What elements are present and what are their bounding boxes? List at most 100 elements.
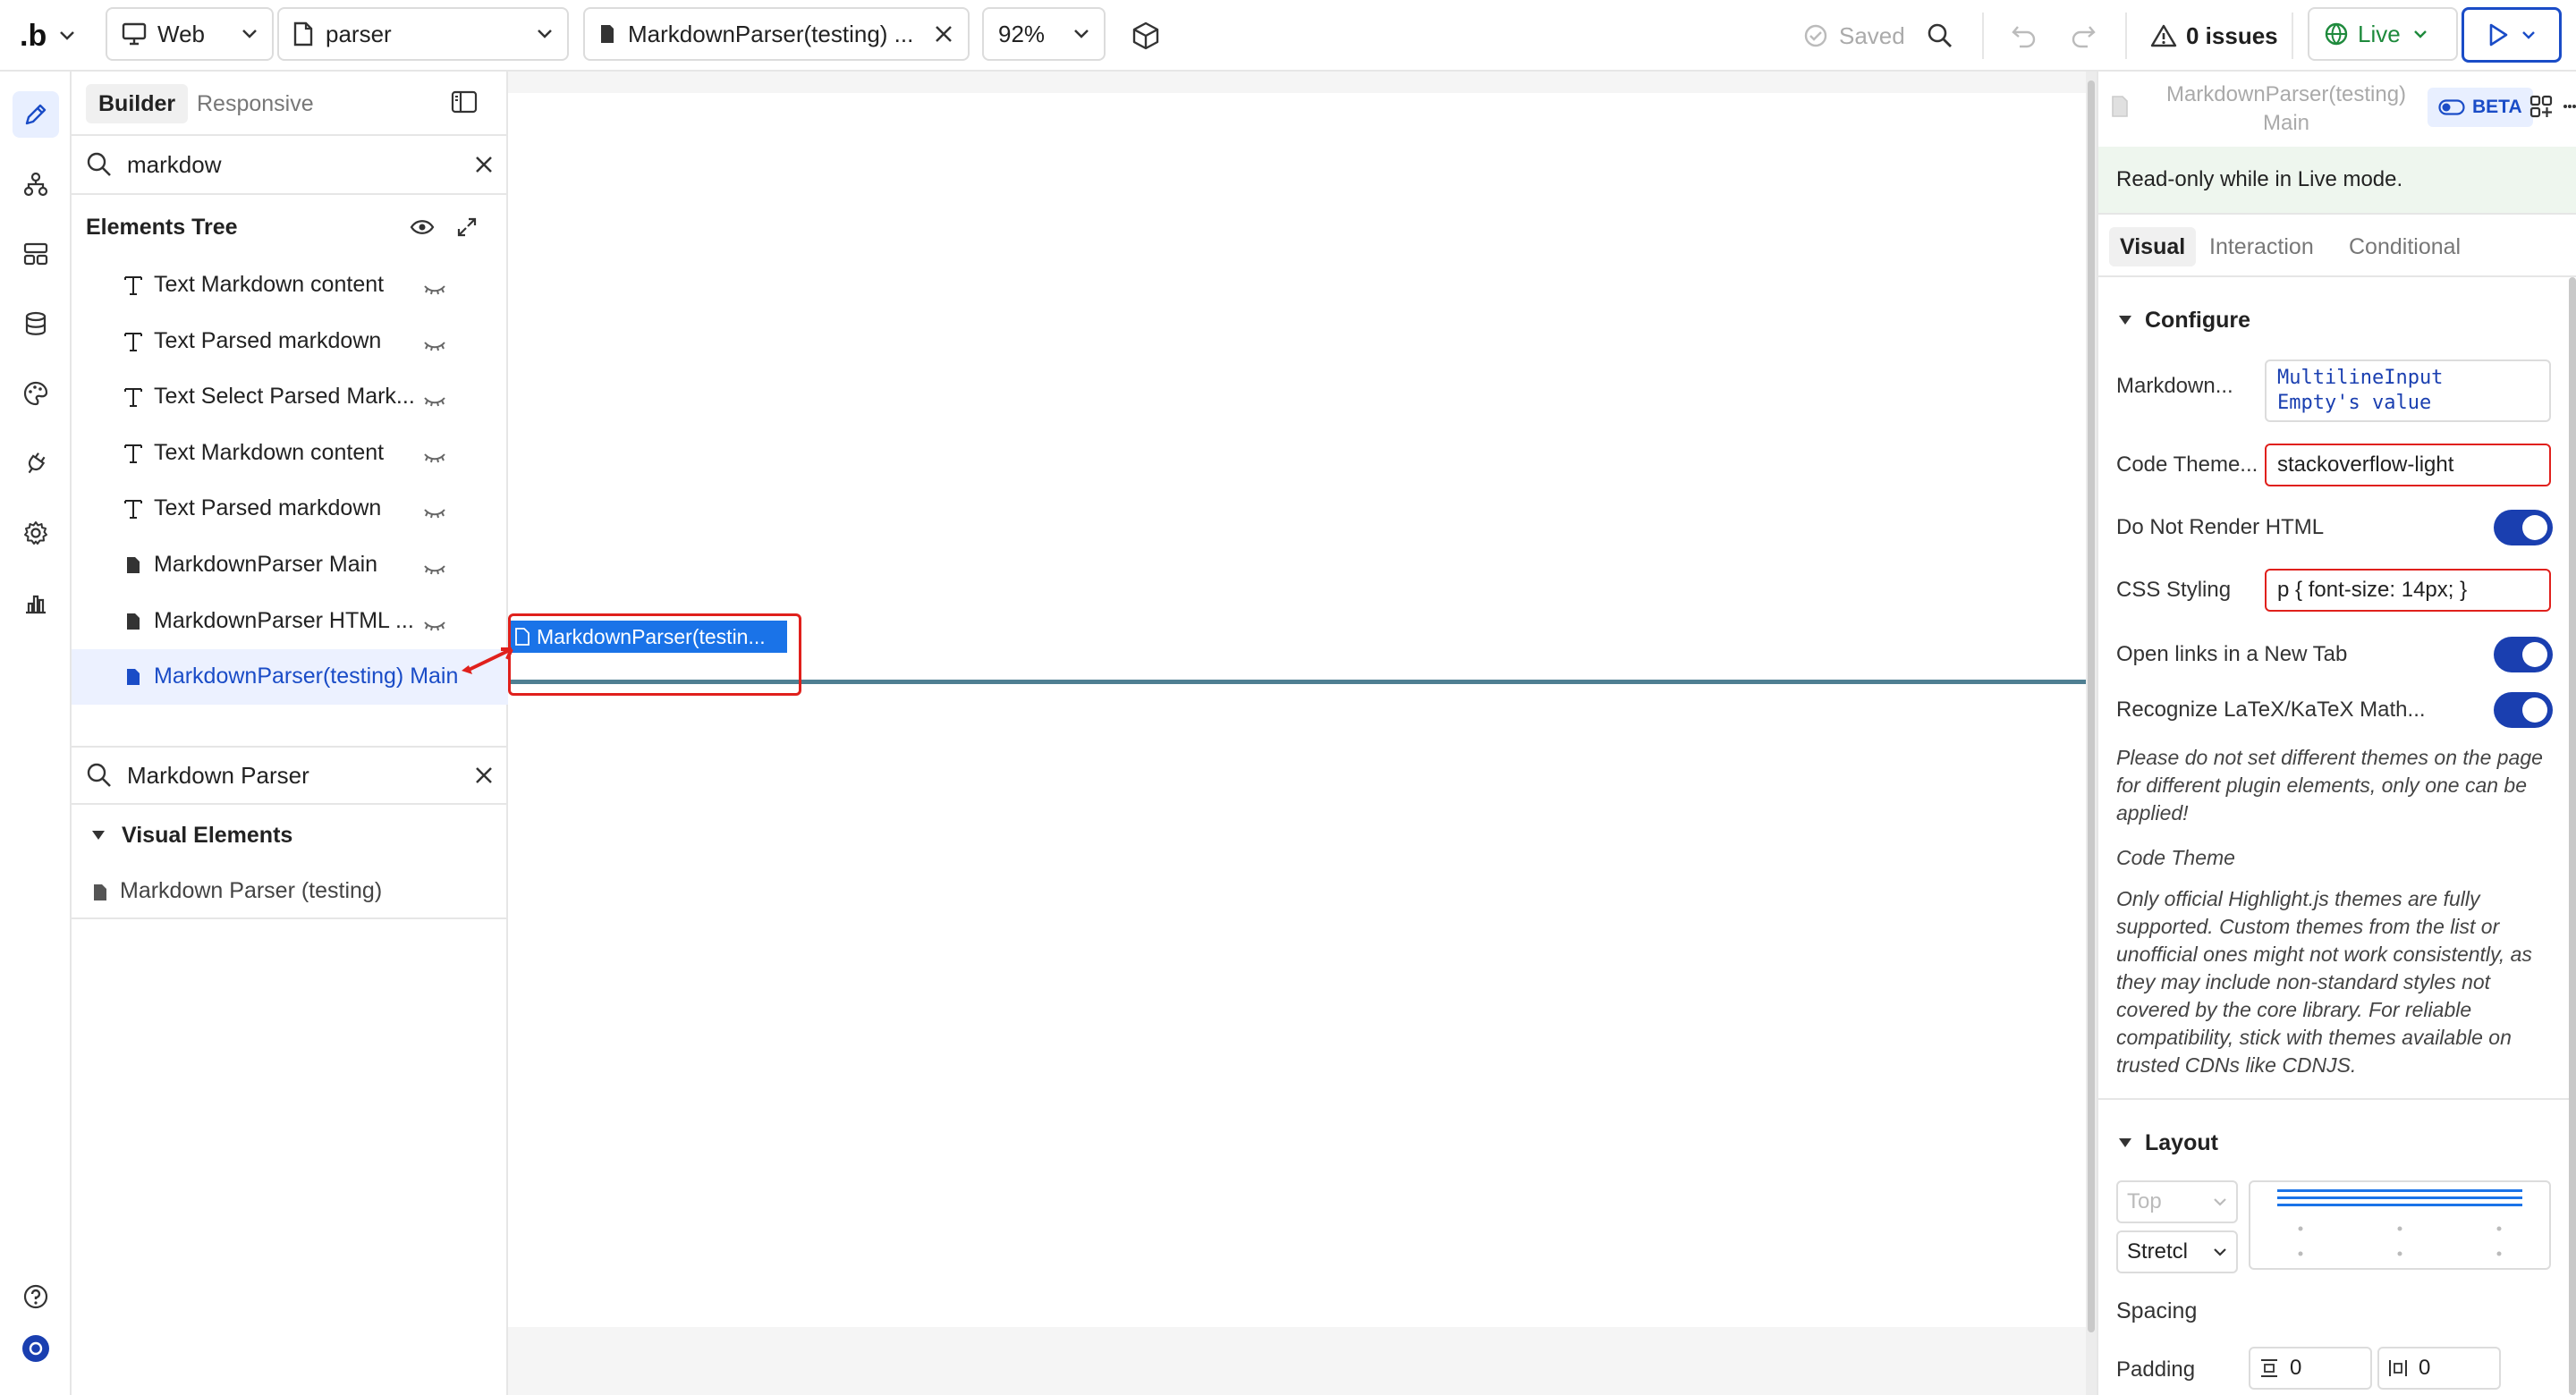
vertical-align-select[interactable]: Top xyxy=(2116,1180,2238,1223)
visual-elements-header[interactable]: Visual Elements xyxy=(72,807,508,864)
annotation-arrow xyxy=(462,647,513,674)
text-element-icon xyxy=(122,497,145,520)
close-icon[interactable] xyxy=(934,24,953,44)
document-icon xyxy=(122,610,145,633)
document-icon xyxy=(122,554,145,577)
rail-data[interactable] xyxy=(13,300,59,347)
canvas-page[interactable] xyxy=(508,93,2086,1327)
saved-label: Saved xyxy=(1839,21,1905,49)
chevron-down-icon xyxy=(2413,30,2427,38)
issues-button[interactable]: 0 issues xyxy=(2150,16,2278,55)
3d-preview-button[interactable] xyxy=(1132,16,1159,55)
eye-closed-icon[interactable] xyxy=(422,389,447,415)
tree-item[interactable]: MarkdownParser HTML ... xyxy=(72,594,508,649)
play-icon xyxy=(2489,23,2508,46)
code-theme-label: Code Theme... xyxy=(2116,452,2258,477)
horizontal-align-select[interactable]: Stretcl xyxy=(2116,1230,2238,1273)
eye-closed-icon[interactable] xyxy=(422,557,447,583)
padding-vertical-input[interactable]: 0 xyxy=(2249,1347,2372,1390)
tab-builder[interactable]: Builder xyxy=(86,84,189,123)
padding-horizontal-value: 0 xyxy=(2419,1356,2431,1380)
tab-interaction[interactable]: Interaction xyxy=(2209,227,2314,266)
eye-closed-icon[interactable] xyxy=(422,334,447,359)
palette-search[interactable]: Markdown Parser xyxy=(72,746,508,805)
page-select[interactable]: parser xyxy=(277,7,569,61)
tree-item-label: Text Markdown content xyxy=(154,439,385,465)
padding-horizontal-input[interactable]: 0 xyxy=(2377,1347,2501,1390)
palette-search-input[interactable]: Markdown Parser xyxy=(127,762,474,790)
tab-conditional[interactable]: Conditional xyxy=(2349,227,2461,266)
markdown-value-line2: Empty's value xyxy=(2277,392,2432,414)
eye-closed-icon[interactable] xyxy=(422,501,447,527)
code-theme-input[interactable]: stackoverflow-light xyxy=(2265,444,2551,486)
tree-item[interactable]: Text Parsed markdown xyxy=(72,314,508,369)
rail-plugins[interactable] xyxy=(13,440,59,486)
eye-icon[interactable] xyxy=(410,218,435,236)
tree-item[interactable]: Text Select Parsed Mark... xyxy=(72,369,508,425)
pencil-icon xyxy=(25,104,47,125)
tree-item[interactable]: Text Markdown content xyxy=(72,426,508,481)
saved-status: Saved xyxy=(1803,16,1905,55)
user-avatar[interactable] xyxy=(13,1325,59,1372)
no-html-label: Do Not Render HTML xyxy=(2116,515,2325,539)
chevron-down-icon xyxy=(2522,31,2535,39)
alignment-grid[interactable] xyxy=(2249,1180,2551,1270)
readonly-banner: Read-only while in Live mode. xyxy=(2098,147,2576,215)
element-title-line1: MarkdownParser(testing) xyxy=(2165,82,2407,106)
css-styling-input[interactable]: p { font-size: 14px; } xyxy=(2265,569,2551,612)
rail-design[interactable] xyxy=(13,91,59,138)
layout-icon xyxy=(23,242,48,266)
eye-closed-icon[interactable] xyxy=(422,445,447,471)
configure-section-header[interactable]: Configure xyxy=(2118,300,2250,340)
text-element-icon xyxy=(122,385,145,409)
palette-item-markdown-parser[interactable]: Markdown Parser (testing) xyxy=(72,864,508,919)
plug-icon xyxy=(28,452,46,474)
close-icon[interactable] xyxy=(474,765,494,785)
collapse-panel-button[interactable] xyxy=(451,89,478,119)
new-tab-toggle[interactable] xyxy=(2494,637,2553,672)
markdown-dynamic-input[interactable]: MultilineInput Empty's value xyxy=(2265,359,2551,422)
no-html-toggle[interactable] xyxy=(2494,510,2553,545)
zoom-value: 92% xyxy=(998,20,1046,47)
platform-select[interactable]: Web xyxy=(106,7,274,61)
element-tab-label: MarkdownParser(testing) ... xyxy=(628,20,914,47)
tab-visual[interactable]: Visual xyxy=(2109,227,2197,266)
expand-icon[interactable] xyxy=(456,216,478,238)
tree-item[interactable]: Text Parsed markdown xyxy=(72,481,508,537)
eye-closed-icon[interactable] xyxy=(422,277,447,303)
rail-help[interactable] xyxy=(13,1273,59,1320)
element-settings-icon[interactable] xyxy=(2529,95,2553,118)
tree-search[interactable]: markdow xyxy=(72,136,508,195)
left-panel: Builder Responsive markdow Elements Tree… xyxy=(72,72,508,1395)
tree-item[interactable]: MarkdownParser Main xyxy=(72,537,508,593)
property-editor-scrollbar[interactable] xyxy=(2569,277,2576,1395)
app-logo-menu[interactable]: .b xyxy=(20,18,75,54)
rail-theme[interactable] xyxy=(13,370,59,417)
rail-workflow[interactable] xyxy=(13,161,59,207)
eye-closed-icon[interactable] xyxy=(422,613,447,639)
tree-item[interactable]: Text Markdown content xyxy=(72,258,508,313)
version-live-select[interactable]: Live xyxy=(2308,7,2458,61)
highlight-annotation-box xyxy=(508,613,801,696)
search-button[interactable] xyxy=(1927,16,1953,55)
zoom-select[interactable]: 92% xyxy=(982,7,1106,61)
check-circle-icon xyxy=(1804,24,1827,47)
layout-section-header[interactable]: Layout xyxy=(2118,1123,2218,1162)
canvas-scrollbar[interactable] xyxy=(2086,72,2097,1395)
tab-responsive[interactable]: Responsive xyxy=(197,84,314,123)
rail-styles[interactable] xyxy=(13,231,59,277)
tree-item[interactable]: MarkdownParser(testing) Main xyxy=(72,649,508,706)
beta-toggle[interactable]: BETA xyxy=(2428,88,2533,127)
preview-button[interactable] xyxy=(2462,7,2562,63)
rail-logs[interactable] xyxy=(13,579,59,626)
element-tab[interactable]: MarkdownParser(testing) ... xyxy=(583,7,970,61)
latex-toggle[interactable] xyxy=(2494,692,2553,728)
more-options-icon[interactable] xyxy=(2563,104,2576,109)
rail-settings[interactable] xyxy=(13,510,59,556)
tree-search-input[interactable]: markdow xyxy=(127,151,474,179)
close-icon[interactable] xyxy=(474,155,494,174)
undo-button[interactable] xyxy=(2011,16,2038,55)
text-element-icon xyxy=(122,442,145,465)
redo-button[interactable] xyxy=(2070,16,2097,55)
editor-canvas[interactable] xyxy=(508,72,2097,1395)
